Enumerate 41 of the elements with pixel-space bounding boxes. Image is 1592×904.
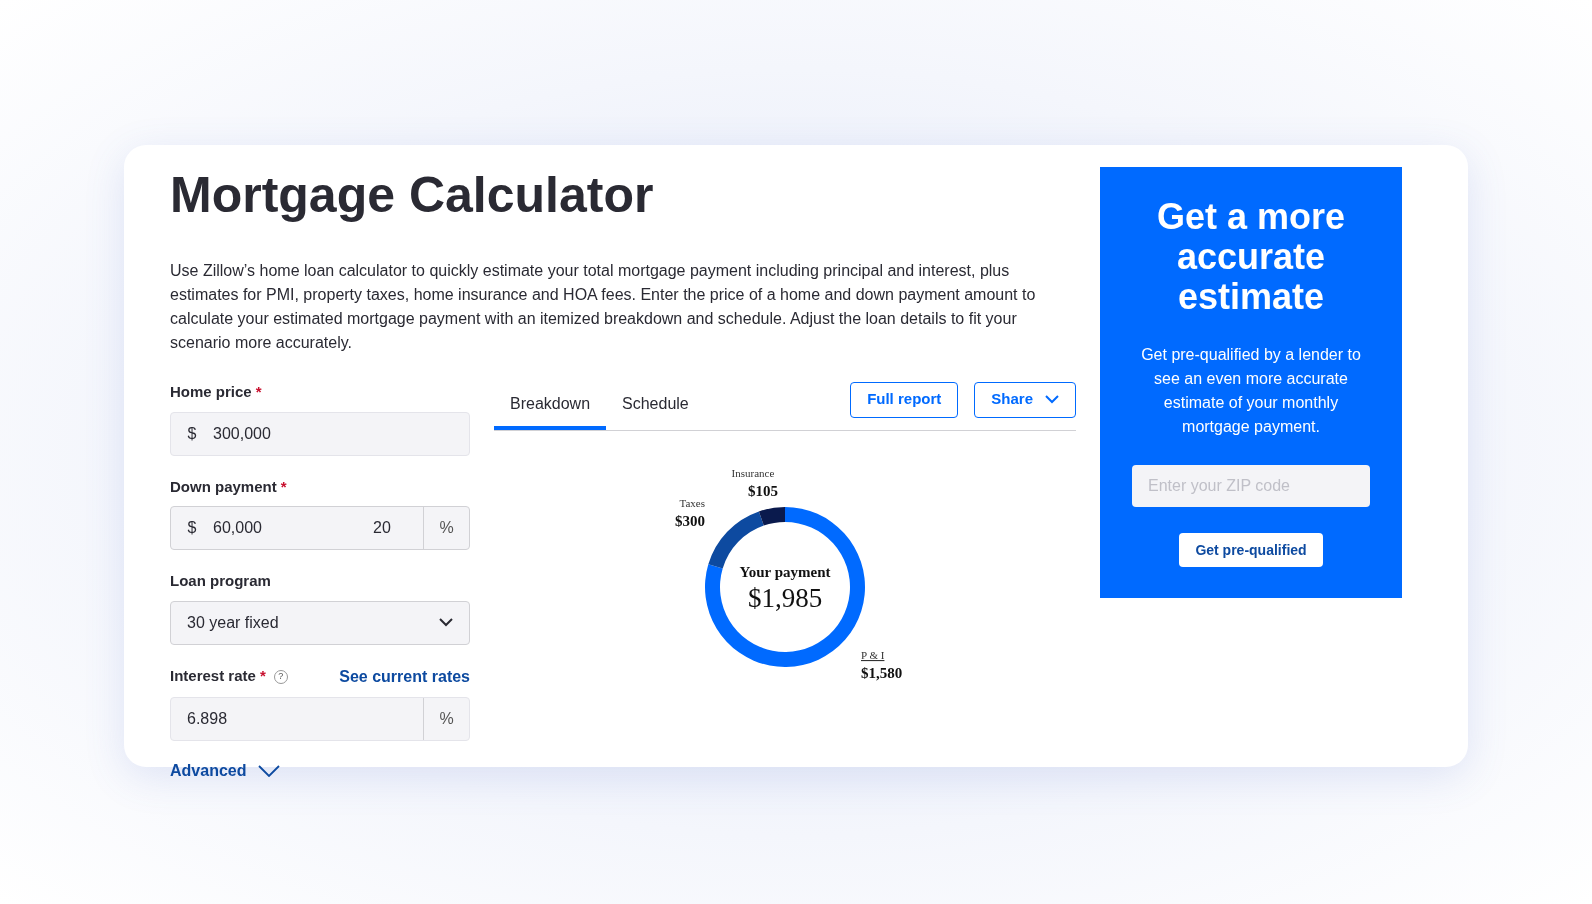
page-title: Mortgage Calculator [170,166,655,225]
percent-value: 20 [373,518,392,538]
slice-label: Taxes [679,497,705,509]
slice-value: $1,580 [861,665,903,681]
down-payment-field[interactable]: $ 60,000 20 % [170,506,470,550]
interest-rate-field[interactable]: 6.898 % [170,696,470,741]
required-mark: * [259,667,266,685]
field-label: Interest rate * [170,666,266,687]
tab[interactable]: Schedule [606,381,705,430]
field-value: 300,000 [213,423,271,444]
percent-suffix: % [423,697,469,740]
slice-value: $105 [748,483,778,499]
payment-label: Your payment [739,564,831,580]
currency-prefix: $ [186,518,198,538]
chevron-down-icon [439,618,453,627]
home-price-field[interactable]: $ 300,000 [170,411,470,456]
field-label: Home price * [170,382,263,402]
slice-value: $300 [675,513,705,529]
promo-title: Get a more accurate estimate [1155,197,1347,317]
currency-prefix: $ [186,423,198,444]
full-report-button[interactable]: Full report [850,381,959,418]
loan-program-select[interactable]: 30 year fixed [170,600,470,645]
field-label: Down payment * [170,476,288,497]
chevron-down-icon [258,764,281,777]
description: Use Zillow’s home loan calculator to quickly estimate your total mortgage payment including principal and interest, plus estimates for PMI, property taxes, home insurance and HOA fees. Enter the price of a home and down payment amount to calculate your estimated mortgage payment with an itemized breakdown and schedule. Adjust the loan details to fit your scenario more accurately. [170,261,1037,353]
advanced-toggle[interactable]: Advanced [170,758,281,783]
required-mark: * [255,383,262,400]
field-value: 6.898 [186,708,229,729]
percent-suffix: % [423,507,469,549]
tab[interactable]: Breakdown [494,381,607,430]
field-label: Loan program [170,571,272,591]
promo-text: Get pre-qualified by a lender to see an even more accurate estimate of your monthly mortgage payment. [1140,345,1362,437]
slice-label: P & I [861,649,885,661]
slice-label: Insurance [731,467,775,479]
current-rates-link[interactable]: See current rates [339,664,470,689]
field-value: 60,000 [213,518,263,538]
required-mark: * [280,477,287,495]
chevron-down-icon [1045,395,1059,404]
payment-total: $1,985 [747,583,823,613]
share-button[interactable]: Share [974,381,1076,418]
pre-qualify-button[interactable]: Get pre-qualified [1179,533,1323,567]
